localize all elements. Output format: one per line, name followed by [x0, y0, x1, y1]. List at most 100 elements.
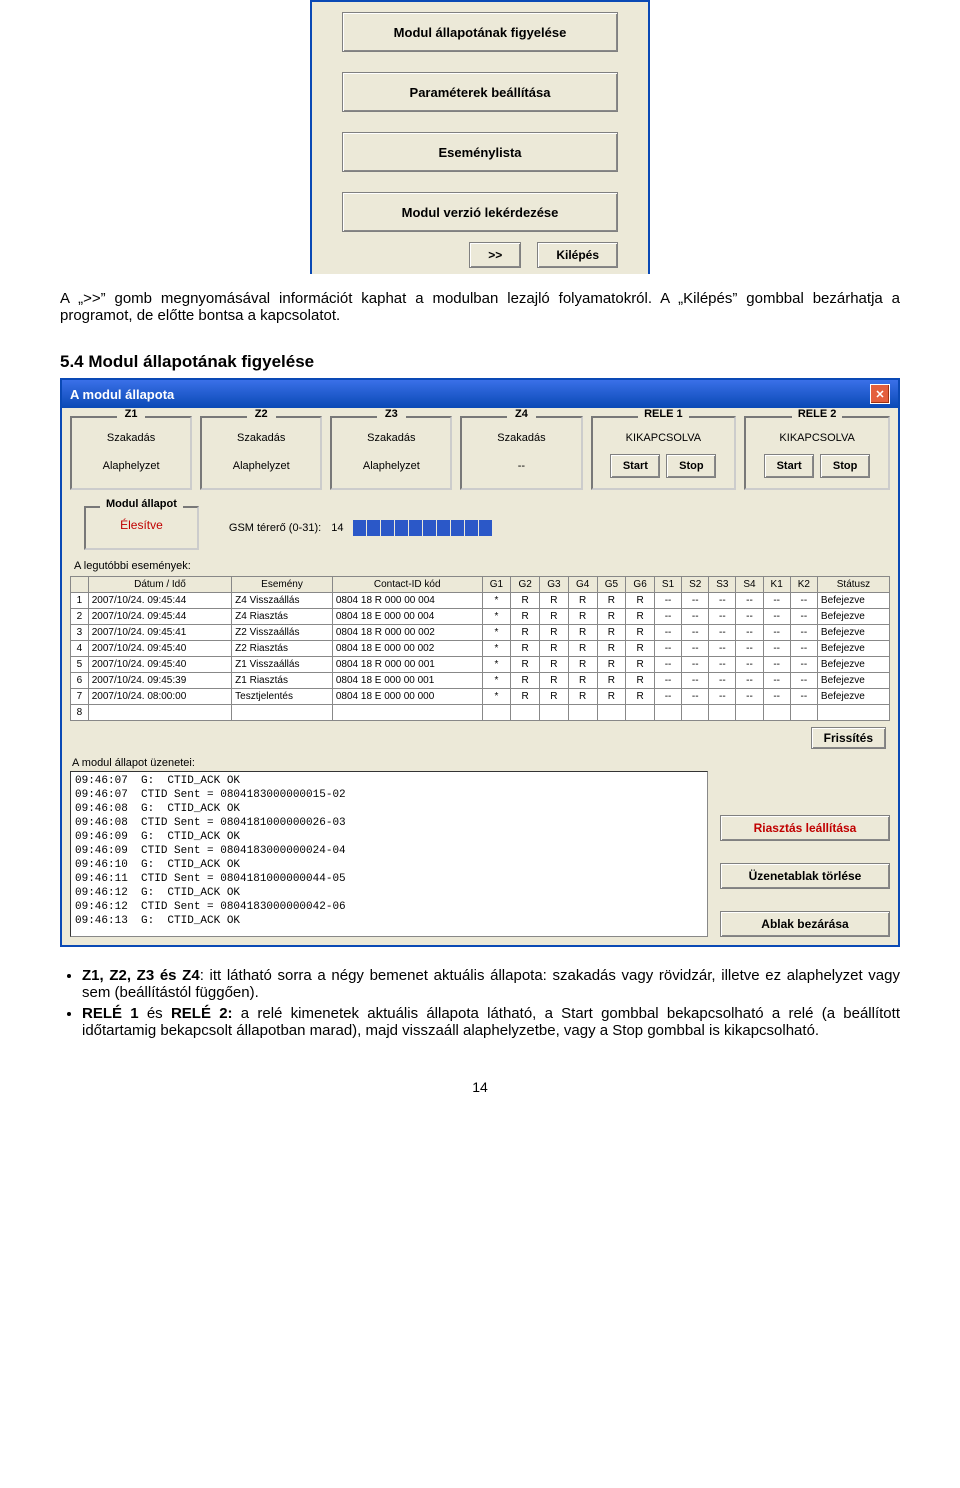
table-cell: R: [597, 673, 626, 689]
bullet-zones-rest: : itt látható sorra a négy bemenet aktuá…: [82, 967, 900, 1001]
table-cell: R: [511, 689, 540, 705]
table-cell: R: [597, 641, 626, 657]
col-event: Esemény: [232, 577, 333, 593]
table-cell: --: [790, 641, 817, 657]
table-cell: R: [626, 625, 655, 641]
gsm-signal-row: GSM térerő (0-31): 14: [229, 520, 493, 536]
table-cell: [88, 705, 231, 721]
close-window-button[interactable]: Ablak bezárása: [720, 911, 890, 937]
table-cell: Z4 Riasztás: [232, 609, 333, 625]
zone-header: Z3: [377, 408, 406, 420]
rele-state: KIKAPCSOLVA: [746, 432, 888, 444]
table-cell: R: [511, 625, 540, 641]
table-row: 8: [71, 705, 890, 721]
rele1-stop-button[interactable]: Stop: [666, 454, 716, 478]
table-cell: 2007/10/24. 09:45:39: [88, 673, 231, 689]
gsm-value: 14: [331, 522, 343, 534]
zone-state-line2: Alaphelyzet: [202, 460, 320, 472]
table-cell: [682, 705, 709, 721]
table-cell: --: [709, 625, 736, 641]
set-params-button[interactable]: Paraméterek beállítása: [342, 72, 618, 112]
event-list-button[interactable]: Eseménylista: [342, 132, 618, 172]
col-s2: S2: [682, 577, 709, 593]
table-cell: --: [682, 625, 709, 641]
table-cell: R: [511, 593, 540, 609]
table-cell: --: [790, 609, 817, 625]
col-idx: [71, 577, 89, 593]
col-k2: K2: [790, 577, 817, 593]
intro-paragraph: A „>>” gomb megnyomásával információt ka…: [60, 290, 900, 324]
exit-button[interactable]: Kilépés: [537, 242, 618, 268]
table-cell: R: [540, 593, 569, 609]
table-cell: [568, 705, 597, 721]
table-cell: --: [682, 593, 709, 609]
rele1-start-button[interactable]: Start: [610, 454, 660, 478]
table-cell: R: [568, 593, 597, 609]
rele2-stop-button[interactable]: Stop: [820, 454, 870, 478]
monitor-status-button[interactable]: Modul állapotának figyelése: [342, 12, 618, 52]
table-cell: 2007/10/24. 09:45:40: [88, 641, 231, 657]
table-cell: --: [654, 593, 681, 609]
module-status-window: A modul állapota ✕ Z1 Szakadás Alaphelyz…: [60, 378, 900, 947]
table-cell: R: [511, 657, 540, 673]
stop-alarm-button[interactable]: Riasztás leállítása: [720, 815, 890, 841]
table-cell: --: [709, 673, 736, 689]
table-cell: R: [597, 593, 626, 609]
table-cell: 1: [71, 593, 89, 609]
table-cell: 7: [71, 689, 89, 705]
table-cell: R: [597, 657, 626, 673]
table-row: 12007/10/24. 09:45:44Z4 Visszaállás0804 …: [71, 593, 890, 609]
table-cell: *: [482, 657, 511, 673]
table-cell: --: [682, 609, 709, 625]
rele-2-box: RELE 2 KIKAPCSOLVA Start Stop: [744, 416, 890, 490]
table-cell: Z2 Visszaállás: [232, 625, 333, 641]
zone-state-line1: Szakadás: [72, 432, 190, 444]
table-cell: 0804 18 R 000 00 001: [332, 657, 482, 673]
table-cell: --: [709, 657, 736, 673]
table-cell: Befejezve: [817, 673, 889, 689]
table-cell: --: [763, 593, 790, 609]
table-cell: [763, 705, 790, 721]
table-cell: *: [482, 593, 511, 609]
table-cell: --: [654, 657, 681, 673]
close-icon[interactable]: ✕: [870, 384, 890, 404]
col-s3: S3: [709, 577, 736, 593]
col-g1: G1: [482, 577, 511, 593]
rele-header: RELE 2: [792, 408, 843, 420]
bullet-zones: Z1, Z2, Z3 és Z4: itt látható sorra a né…: [82, 967, 900, 1001]
table-cell: [540, 705, 569, 721]
table-cell: --: [709, 593, 736, 609]
table-cell: --: [763, 673, 790, 689]
zone-state-line1: Szakadás: [202, 432, 320, 444]
table-row: 32007/10/24. 09:45:41Z2 Visszaállás0804 …: [71, 625, 890, 641]
table-cell: R: [626, 641, 655, 657]
rele-1-box: RELE 1 KIKAPCSOLVA Start Stop: [591, 416, 737, 490]
table-cell: R: [626, 657, 655, 673]
table-cell: --: [682, 689, 709, 705]
table-cell: R: [540, 625, 569, 641]
table-cell: Befejezve: [817, 625, 889, 641]
zone-state-line1: Szakadás: [332, 432, 450, 444]
table-cell: R: [540, 689, 569, 705]
table-cell: Befejezve: [817, 689, 889, 705]
query-version-button[interactable]: Modul verzió lekérdezése: [342, 192, 618, 232]
table-cell: --: [763, 689, 790, 705]
table-cell: *: [482, 689, 511, 705]
refresh-button[interactable]: Frissítés: [811, 727, 886, 749]
table-cell: R: [568, 641, 597, 657]
table-cell: 2007/10/24. 09:45:44: [88, 609, 231, 625]
rele2-start-button[interactable]: Start: [764, 454, 814, 478]
table-cell: 2007/10/24. 09:45:44: [88, 593, 231, 609]
table-cell: R: [568, 689, 597, 705]
table-cell: R: [511, 609, 540, 625]
messages-label: A modul állapot üzenetei:: [72, 757, 708, 769]
table-cell: --: [682, 657, 709, 673]
table-cell: R: [540, 609, 569, 625]
clear-messages-button[interactable]: Üzenetablak törlése: [720, 863, 890, 889]
table-cell: --: [790, 673, 817, 689]
table-cell: Z2 Riasztás: [232, 641, 333, 657]
module-armed-header: Modul állapot: [100, 498, 183, 510]
table-cell: --: [654, 609, 681, 625]
table-cell: --: [736, 609, 763, 625]
next-button[interactable]: >>: [469, 242, 521, 268]
